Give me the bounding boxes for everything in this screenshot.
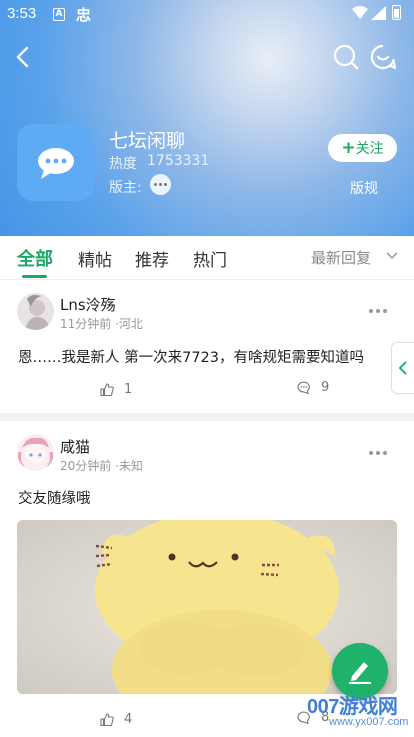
signal-icon [371, 6, 386, 20]
post-meta: 11分钟前 ·河北 [60, 317, 143, 331]
post-text[interactable]: 恩……我是新人 第一次来7723，有啥规矩需要知道吗 [18, 346, 364, 367]
chevron-left-icon [399, 361, 407, 375]
user-avatar[interactable] [17, 293, 54, 330]
post-more-icon[interactable] [369, 451, 389, 457]
rules-link[interactable]: 版规 [350, 178, 378, 198]
post-meta: 20分钟前 ·未知 [60, 459, 143, 473]
user-avatar[interactable] [17, 434, 54, 471]
follow-button[interactable]: +关注 [328, 134, 397, 162]
heat-label: 热度 [109, 156, 137, 172]
sort-dropdown[interactable]: 最新回复 [311, 247, 371, 268]
thumbs-up-icon [100, 383, 114, 396]
search-icon[interactable] [333, 44, 359, 70]
back-arrow-icon[interactable] [12, 45, 36, 69]
comment-icon [297, 381, 310, 394]
side-drawer-handle[interactable] [391, 342, 414, 394]
tab-bar: 全部 精帖 推荐 热门 最新回复 [0, 236, 414, 280]
smile-chat-icon[interactable] [370, 44, 396, 70]
like-button[interactable]: 4 [100, 712, 132, 727]
post-item[interactable]: Lns泠殇 11分钟前 ·河北 恩……我是新人 第一次来7723，有啥规矩需要知… [0, 281, 414, 413]
tab-featured[interactable]: 精帖 [78, 246, 112, 271]
edit-pencil-icon [349, 662, 371, 684]
thumbs-up-icon [100, 713, 114, 726]
watermark-text: 007游戏网 [307, 696, 398, 718]
notification-a-icon: A [53, 8, 65, 21]
plus-icon: + [341, 138, 356, 158]
like-count: 4 [124, 712, 133, 727]
battery-icon [392, 5, 401, 20]
post-username[interactable]: Lns泠殇 [60, 294, 116, 315]
chat-bubble-icon [37, 147, 74, 179]
forum-avatar [17, 124, 94, 201]
tab-all[interactable]: 全部 [17, 245, 53, 271]
post-more-icon[interactable] [369, 309, 389, 315]
watermark: 007游戏网 www.yx007.com [305, 690, 413, 735]
follow-label: 关注 [355, 141, 384, 157]
notification-app-icon: 忠 [76, 6, 92, 24]
active-tab-indicator [22, 275, 47, 278]
moderator-more-icon[interactable] [150, 174, 171, 195]
status-bar: 3:53 A 忠 [0, 0, 414, 30]
moderator-label: 版主: [109, 180, 142, 196]
tab-hot[interactable]: 热门 [193, 246, 227, 271]
post-text[interactable]: 交友随缘哦 [18, 487, 91, 508]
comment-button[interactable]: 9 [297, 380, 329, 395]
watermark-url: www.yx007.com [329, 716, 409, 728]
like-count: 1 [124, 382, 133, 397]
wifi-icon [352, 6, 368, 19]
heat-value: 1753331 [147, 153, 210, 169]
forum-header: 3:53 A 忠 七坛闲聊 热度 1753331 版主: +关注 版规 [0, 0, 414, 236]
post-username[interactable]: 咸猫 [60, 436, 90, 457]
post-divider [0, 413, 414, 421]
like-button[interactable]: 1 [100, 382, 132, 397]
chevron-down-icon[interactable] [386, 252, 398, 260]
status-time: 3:53 [7, 5, 37, 22]
comment-count: 9 [321, 380, 330, 395]
tab-recommended[interactable]: 推荐 [135, 246, 169, 271]
forum-name: 七坛闲聊 [109, 130, 186, 152]
